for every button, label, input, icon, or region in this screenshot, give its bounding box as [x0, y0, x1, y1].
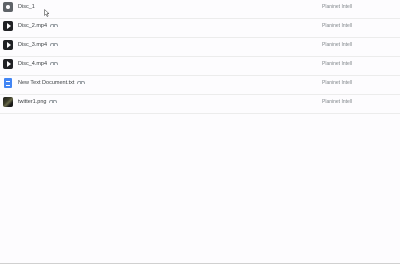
file-row-disc-4[interactable]: Disc_4.mp4 Planinet Intell: [0, 57, 400, 76]
file-owner: Planinet Intell: [322, 42, 353, 48]
file-owner: Planinet Intell: [322, 99, 353, 105]
doc-icon: [4, 78, 12, 88]
file-owner: Planinet Intell: [322, 4, 353, 10]
file-row-disc-1[interactable]: Disc_1 Planinet Intell: [0, 0, 400, 19]
file-row-disc-3[interactable]: Disc_3.mp4 Planinet Intell: [0, 38, 400, 57]
file-row-new-text-document[interactable]: New Text Document.txt Planinet Intell: [0, 76, 400, 95]
file-owner: Planinet Intell: [322, 61, 353, 67]
shared-icon: [50, 23, 59, 27]
file-name: Disc_3.mp4: [18, 42, 59, 48]
video-icon: [3, 40, 13, 50]
file-list: Disc_1 Planinet Intell Disc_2.mp4 Planin…: [0, 0, 400, 114]
file-name: New Text Document.txt: [18, 80, 86, 86]
image-icon: [3, 97, 13, 107]
video-icon: [3, 21, 13, 31]
shared-icon: [50, 42, 59, 46]
file-name: twitter1.png: [18, 99, 58, 105]
mouse-cursor-icon: [44, 9, 50, 17]
file-row-disc-2[interactable]: Disc_2.mp4 Planinet Intell: [0, 19, 400, 38]
file-owner: Planinet Intell: [322, 23, 353, 29]
file-name: Disc_1: [18, 4, 35, 10]
file-row-twitter1[interactable]: twitter1.png Planinet Intell: [0, 95, 400, 114]
shared-icon: [77, 80, 86, 84]
file-name: Disc_4.mp4: [18, 61, 59, 67]
file-owner: Planinet Intell: [322, 80, 353, 86]
shared-icon: [49, 99, 58, 103]
shared-icon: [50, 61, 59, 65]
video-icon: [3, 59, 13, 69]
folder-icon: [3, 2, 13, 12]
file-name: Disc_2.mp4: [18, 23, 59, 29]
